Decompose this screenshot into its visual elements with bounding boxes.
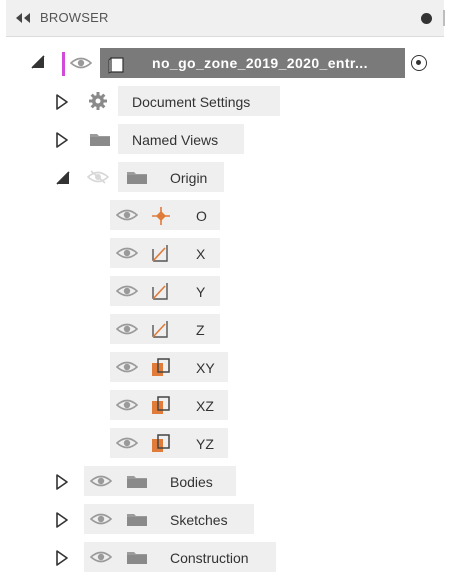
browser-header: BROWSER <box>6 0 445 37</box>
eye-icon[interactable] <box>90 474 112 488</box>
axis-icon <box>150 242 172 264</box>
origin-child-label: X <box>196 246 206 262</box>
folder-icon <box>126 473 148 489</box>
folder-icon <box>126 511 148 527</box>
folder-icon <box>126 549 148 565</box>
eye-icon[interactable] <box>90 512 112 526</box>
eye-icon[interactable] <box>70 56 92 70</box>
folder-icon <box>126 169 148 185</box>
panel-divider[interactable] <box>443 10 445 26</box>
tree-row-document-settings[interactable]: Document Settings <box>0 86 450 116</box>
document-settings-label: Document Settings <box>132 94 251 110</box>
tree-row-yz-plane[interactable]: YZ <box>110 428 228 458</box>
triangle-down-icon[interactable] <box>55 171 71 185</box>
sketches-label: Sketches <box>170 512 228 528</box>
tree-row-xz-plane[interactable]: XZ <box>110 390 228 420</box>
root-label: no_go_zone_2019_2020_entr... <box>152 55 368 71</box>
document-settings-pill[interactable]: Document Settings <box>118 86 280 116</box>
named-views-label: Named Views <box>132 132 219 148</box>
tree-row-xy-plane[interactable]: XY <box>110 352 228 382</box>
collapse-panel-icon[interactable] <box>14 11 32 25</box>
axis-icon <box>150 318 172 340</box>
origin-child-label: Z <box>196 322 205 338</box>
bodies-pill[interactable]: Bodies <box>84 466 236 496</box>
eye-slash-icon[interactable] <box>86 170 110 184</box>
folder-icon <box>89 131 111 147</box>
origin-child-label: XY <box>196 360 215 376</box>
eye-icon[interactable] <box>116 322 138 336</box>
tree-row-named-views[interactable]: Named Views <box>0 124 450 154</box>
triangle-right-icon[interactable] <box>55 94 69 110</box>
origin-child-pill[interactable]: X <box>110 238 220 268</box>
eye-icon[interactable] <box>116 208 138 222</box>
origin-child-pill[interactable]: Y <box>110 276 220 306</box>
axis-icon <box>150 280 172 302</box>
eye-icon[interactable] <box>116 360 138 374</box>
eye-icon[interactable] <box>116 284 138 298</box>
tree-row-y-axis[interactable]: Y <box>110 276 220 306</box>
origin-child-pill[interactable]: Z <box>110 314 220 344</box>
tree-row-origin-point[interactable]: O <box>110 200 220 230</box>
plane-icon <box>150 394 172 416</box>
origin-pill[interactable]: Origin <box>118 162 224 192</box>
eye-icon[interactable] <box>116 398 138 412</box>
tree-root-row[interactable]: no_go_zone_2019_2020_entr... <box>0 48 450 78</box>
origin-child-label: O <box>196 208 207 224</box>
origin-child-pill[interactable]: YZ <box>110 428 228 458</box>
plane-icon <box>150 432 172 454</box>
active-component-marker <box>62 52 65 76</box>
triangle-right-icon[interactable] <box>55 132 69 148</box>
component-icon <box>106 54 126 74</box>
tree-row-bodies[interactable]: Bodies <box>0 466 450 496</box>
tree-row-origin[interactable]: Origin <box>0 162 450 192</box>
eye-icon[interactable] <box>90 550 112 564</box>
sketches-pill[interactable]: Sketches <box>84 504 254 534</box>
origin-child-pill[interactable]: XY <box>110 352 228 382</box>
activate-radio-button[interactable] <box>411 55 427 71</box>
construction-pill[interactable]: Construction <box>84 542 276 572</box>
origin-child-label: Y <box>196 284 206 300</box>
construction-label: Construction <box>170 550 249 566</box>
browser-title: BROWSER <box>40 10 109 25</box>
origin-point-icon <box>150 205 172 227</box>
tree-row-sketches[interactable]: Sketches <box>0 504 450 534</box>
gear-icon <box>88 91 108 111</box>
tree-row-x-axis[interactable]: X <box>110 238 220 268</box>
bodies-label: Bodies <box>170 474 213 490</box>
triangle-right-icon[interactable] <box>55 512 69 528</box>
pin-dot-icon[interactable] <box>421 13 432 24</box>
eye-icon[interactable] <box>116 246 138 260</box>
plane-icon <box>150 356 172 378</box>
origin-child-pill[interactable]: XZ <box>110 390 228 420</box>
root-highlight[interactable]: no_go_zone_2019_2020_entr... <box>100 48 405 78</box>
tree-row-construction[interactable]: Construction <box>0 542 450 572</box>
eye-icon[interactable] <box>116 436 138 450</box>
triangle-right-icon[interactable] <box>55 474 69 490</box>
triangle-down-icon[interactable] <box>30 55 46 69</box>
origin-child-label: XZ <box>196 398 214 414</box>
named-views-pill[interactable]: Named Views <box>118 124 244 154</box>
origin-child-label: YZ <box>196 436 214 452</box>
tree-row-z-axis[interactable]: Z <box>110 314 220 344</box>
origin-label: Origin <box>170 170 208 186</box>
triangle-right-icon[interactable] <box>55 550 69 566</box>
origin-child-pill[interactable]: O <box>110 200 220 230</box>
